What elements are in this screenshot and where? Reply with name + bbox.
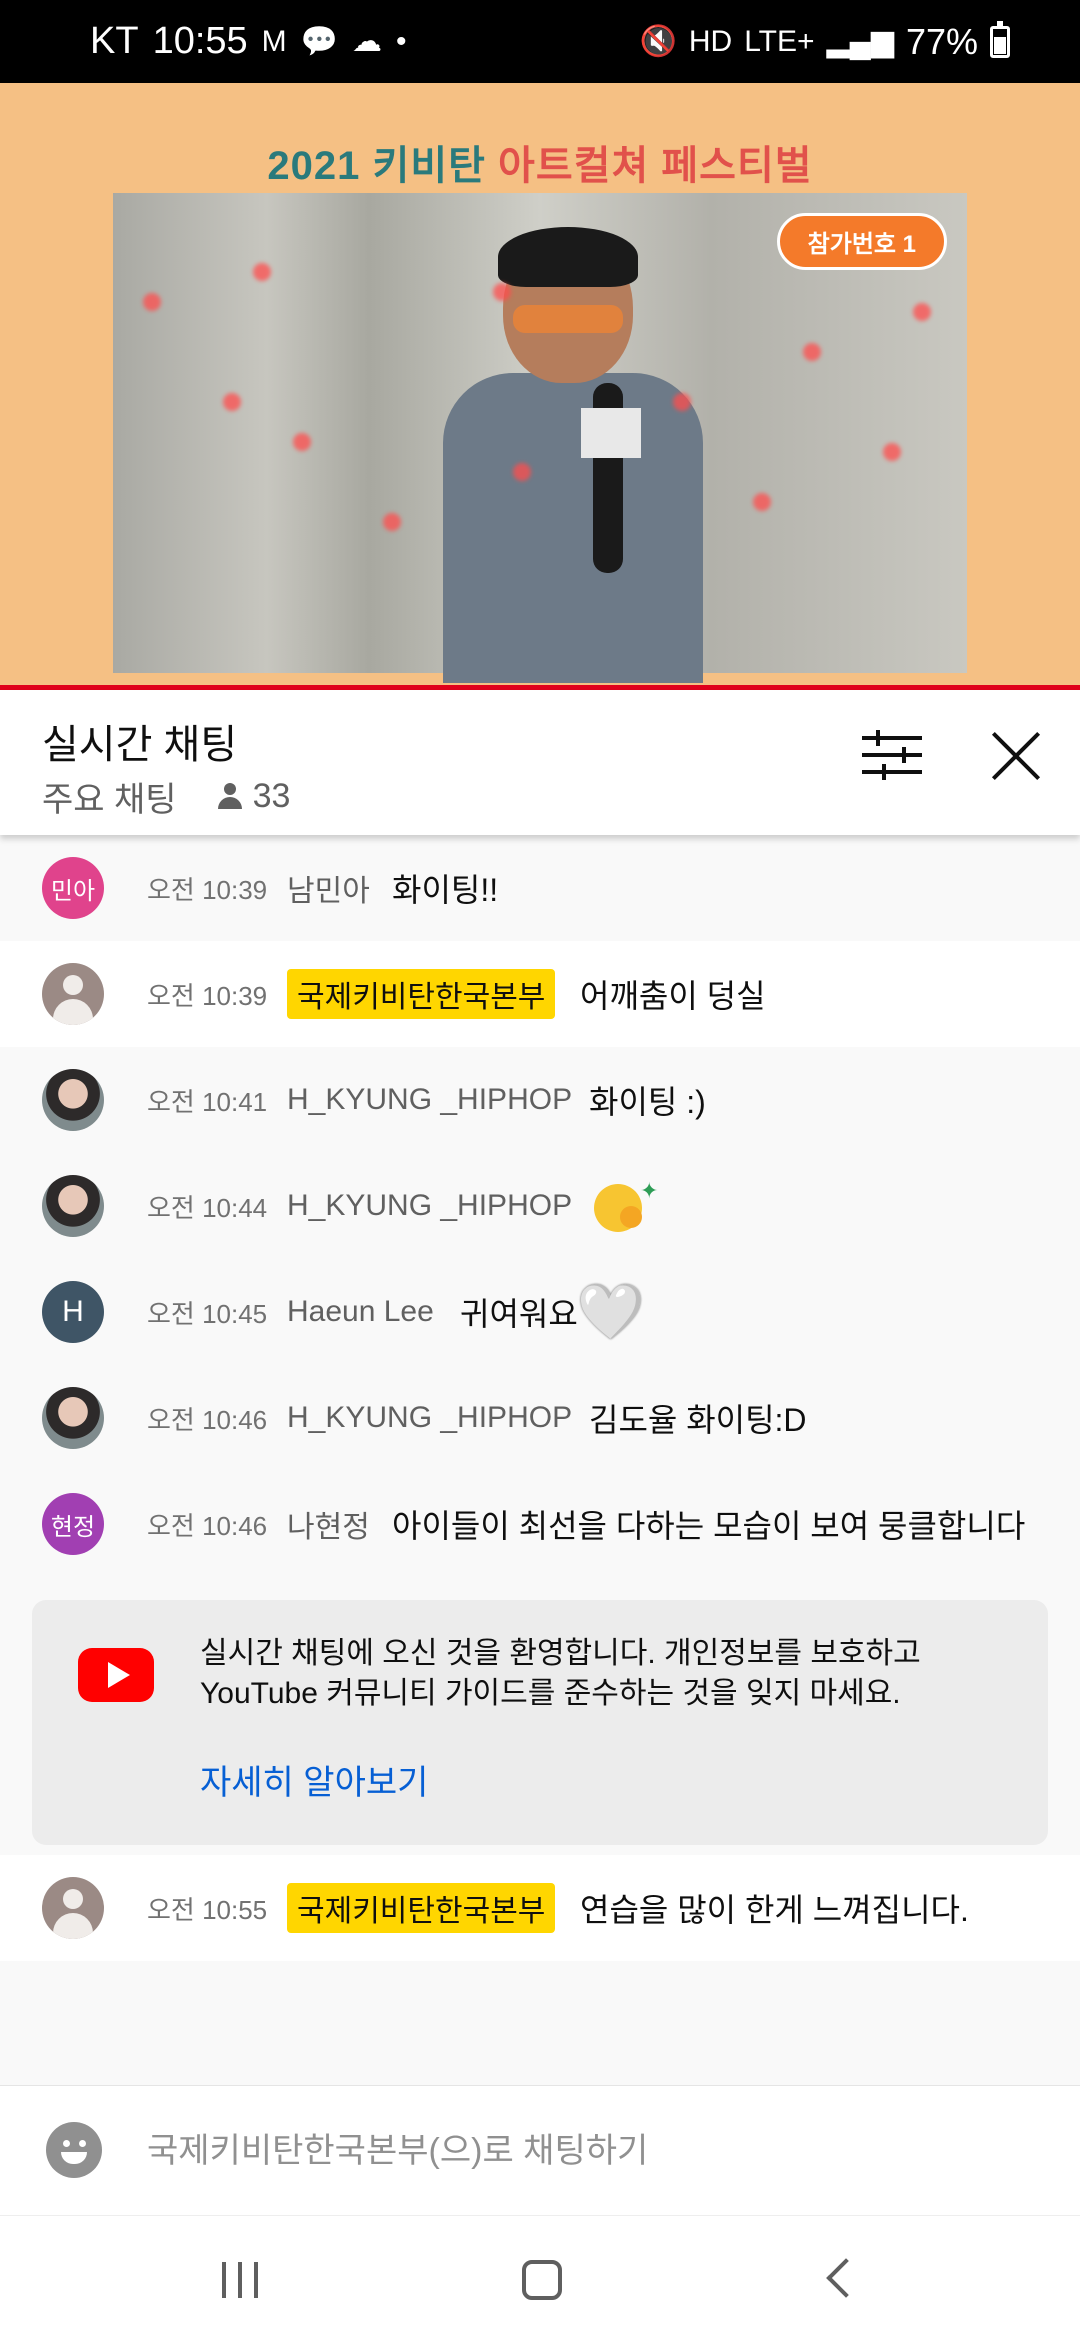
message-time: 오전 10:46 (147, 1404, 268, 1435)
status-left: KT 10:55 M 💬 ☁ • (90, 0, 407, 83)
message-text: 화이팅 :) (589, 1084, 706, 1120)
video-player[interactable]: 2021 키비탄 아트컬쳐 페스티벌 참가번호 1 (0, 83, 1080, 690)
home-icon[interactable] (522, 2260, 562, 2300)
chat-message: 현정 오전 10:46 나현정 아이들이 최선을 다하는 모습이 보여 뭉클합니… (0, 1471, 1080, 1577)
avatar (42, 1877, 104, 1939)
learn-more-link[interactable]: 자세히 알아보기 (200, 1755, 428, 1804)
more-notifications-icon: • (396, 24, 407, 58)
chat-message: 오전 10:46 H_KYUNG _HIPHOP 김도율 화이팅:D (0, 1365, 1080, 1471)
message-author[interactable]: 남민아 (287, 866, 370, 910)
message-time: 오전 10:39 (147, 980, 268, 1011)
avatar: H (42, 1281, 104, 1343)
avatar (42, 1387, 104, 1449)
chat-message: 민아 오전 10:39 남민아 화이팅!! (0, 835, 1080, 941)
chat-subheader: 주요 채팅 33 (42, 772, 290, 821)
light-particle (753, 493, 771, 511)
welcome-banner: 실시간 채팅에 오신 것을 환영합니다. 개인정보를 보호하고 YouTube … (32, 1600, 1048, 1845)
chat-message: 오전 10:39 국제키비탄한국본부 어깨춤이 덩실 (0, 941, 1080, 1047)
owner-author-badge[interactable]: 국제키비탄한국본부 (287, 1883, 556, 1933)
hd-icon: HD (688, 24, 733, 58)
emoji-icon[interactable] (46, 2122, 102, 2178)
navigation-bar (0, 2215, 1080, 2340)
light-particle (223, 393, 241, 411)
status-right: 🔇 HD LTE+ ▂▄▆ 77% (640, 0, 1010, 83)
avatar (42, 1069, 104, 1131)
performer-image (443, 227, 703, 683)
back-icon[interactable] (826, 2258, 866, 2298)
mute-icon: 🔇 (639, 25, 677, 58)
light-particle (293, 433, 311, 451)
message-text: 어깨춤이 덩실 (580, 978, 766, 1014)
light-particle (253, 263, 271, 281)
avatar (42, 963, 104, 1025)
message-time: 오전 10:55 (147, 1894, 268, 1925)
white-heart-emoji: 🤍 (577, 1281, 645, 1342)
lte-icon: LTE+ (744, 24, 815, 58)
light-particle (493, 283, 511, 301)
status-bar: KT 10:55 M 💬 ☁ • 🔇 HD LTE+ ▂▄▆ 77% (0, 0, 1080, 83)
light-particle (803, 343, 821, 361)
avatar: 현정 (42, 1493, 104, 1555)
light-particle (383, 513, 401, 531)
signal-icon: ▂▄▆ (826, 25, 894, 58)
message-author[interactable]: H_KYUNG _HIPHOP (287, 1189, 572, 1223)
avatar: 민아 (42, 857, 104, 919)
chat-mode-selector[interactable]: 주요 채팅 (42, 772, 177, 821)
light-particle (143, 293, 161, 311)
message-text: 김도율 화이팅:D (589, 1402, 807, 1438)
message-author[interactable]: H_KYUNG _HIPHOP (287, 1083, 572, 1117)
gmail-icon: M (261, 24, 287, 58)
youtube-logo-icon (78, 1648, 154, 1702)
message-time: 오전 10:44 (147, 1192, 268, 1223)
light-particle (673, 393, 691, 411)
message-author[interactable]: H_KYUNG _HIPHOP (287, 1401, 572, 1435)
recent-apps-icon[interactable] (222, 2262, 262, 2298)
kakaotalk-icon: 💬 (300, 25, 339, 58)
message-text: 귀여워요 (460, 1296, 578, 1332)
chat-input-bar (0, 2085, 1080, 2215)
message-author[interactable]: Haeun Lee (287, 1295, 434, 1329)
chat-message-list[interactable]: 민아 오전 10:39 남민아 화이팅!! 오전 10:39 국제키비탄한국본부… (0, 835, 1080, 2085)
video-frame: 참가번호 1 (113, 193, 967, 683)
light-particle (913, 303, 931, 321)
owner-author-badge[interactable]: 국제키비탄한국본부 (287, 969, 556, 1019)
filter-settings-icon[interactable] (862, 730, 922, 780)
message-author[interactable]: 나현정 (287, 1502, 370, 1546)
avatar (42, 1175, 104, 1237)
person-icon (217, 782, 243, 811)
chat-message: 오전 10:55 국제키비탄한국본부 연습을 많이 한게 느껴집니다. (0, 1855, 1080, 1961)
message-text: 아이들이 최선을 다하는 모습이 보여 뭉클합니다 (392, 1508, 1026, 1544)
hugging-face-emoji: ✦ (590, 1178, 658, 1234)
message-time: 오전 10:41 (147, 1086, 268, 1117)
chat-message: H 오전 10:45 Haeun Lee 귀여워요 🤍 (0, 1259, 1080, 1365)
video-banner-title: 2021 키비탄 아트컬쳐 페스티벌 (267, 144, 813, 188)
message-text: 화이팅!! (392, 872, 499, 908)
light-particle (513, 463, 531, 481)
clock: 10:55 (152, 20, 248, 62)
viewer-count: 33 (217, 777, 291, 816)
chat-message: 오전 10:44 H_KYUNG _HIPHOP ✦ (0, 1153, 1080, 1259)
chat-message: 오전 10:41 H_KYUNG _HIPHOP 화이팅 :) (0, 1047, 1080, 1153)
entry-number-badge: 참가번호 1 (776, 213, 947, 270)
battery-percent: 77% (905, 20, 978, 62)
welcome-text: 실시간 채팅에 오신 것을 환영합니다. 개인정보를 보호하고 YouTube … (200, 1637, 921, 1710)
battery-icon (990, 20, 1010, 58)
message-time: 오전 10:46 (147, 1510, 268, 1541)
message-time: 오전 10:45 (147, 1298, 268, 1329)
message-time: 오전 10:39 (147, 874, 268, 905)
close-icon[interactable] (988, 728, 1044, 784)
message-text: 연습을 많이 한게 느껴집니다. (580, 1892, 969, 1928)
carrier-label: KT (90, 20, 139, 62)
cloud-sync-icon: ☁ (352, 25, 383, 58)
viewer-count-value: 33 (252, 777, 291, 815)
light-particle (883, 443, 901, 461)
chat-input[interactable] (147, 2124, 1027, 2178)
live-chat-header: 실시간 채팅 주요 채팅 33 (0, 690, 1080, 835)
live-chat-title: 실시간 채팅 (42, 723, 238, 767)
